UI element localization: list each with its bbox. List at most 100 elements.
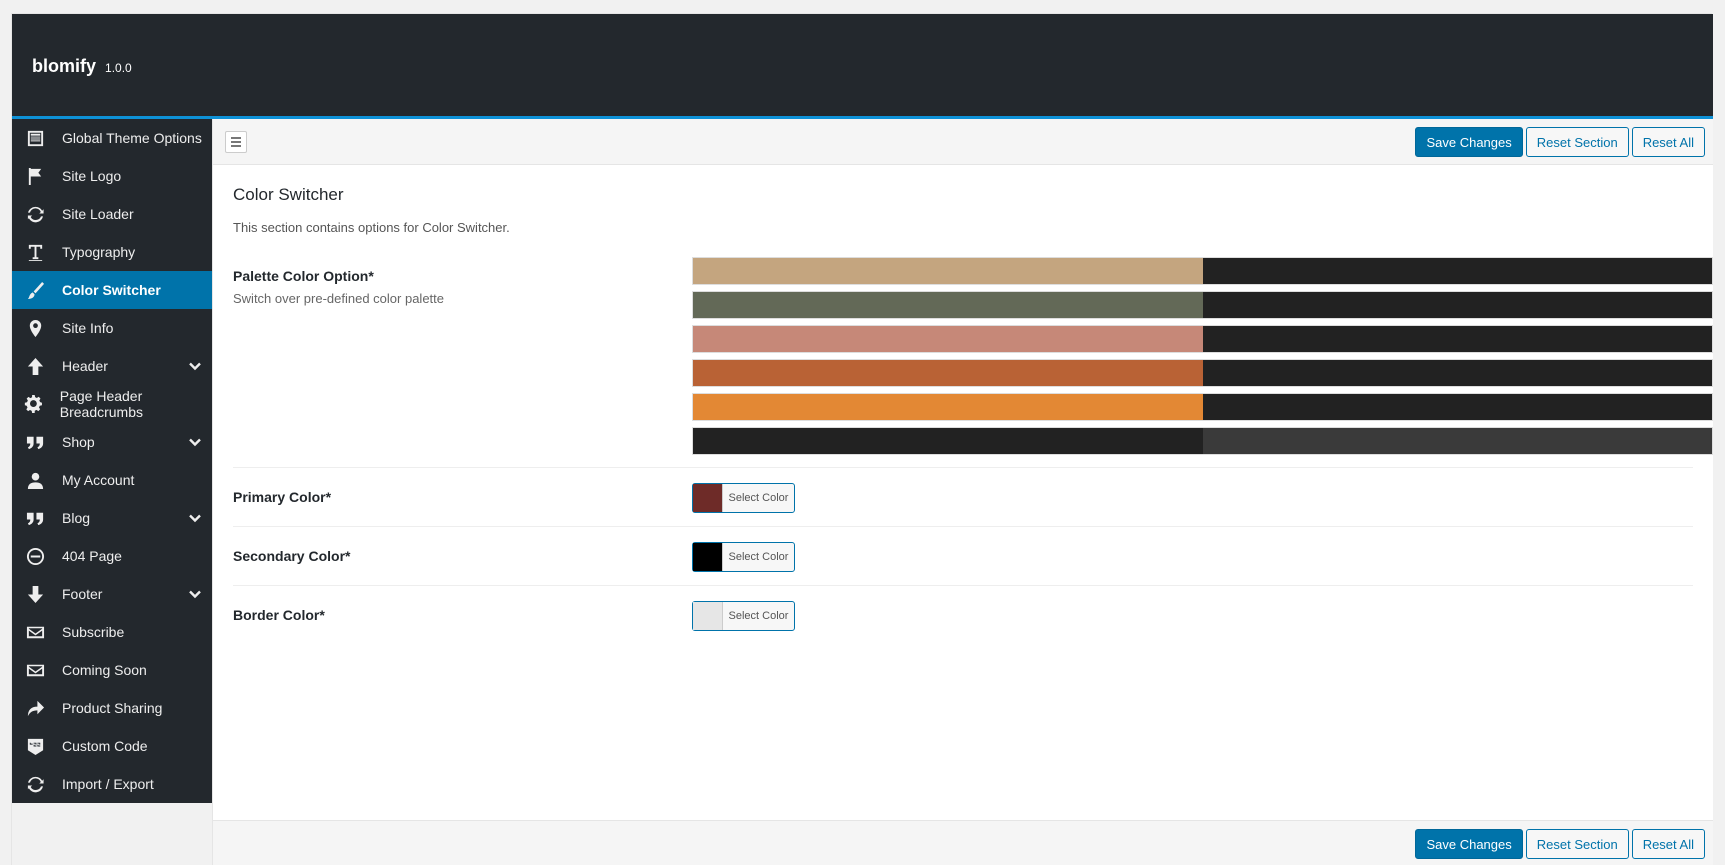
- list-icon: [231, 137, 241, 147]
- save-changes-button[interactable]: Save Changes: [1415, 127, 1523, 157]
- palette-options: [692, 257, 1713, 461]
- app-name: blomify: [32, 56, 97, 76]
- sidebar-item-label: Page Header Breadcrumbs: [59, 388, 144, 420]
- reset-all-button[interactable]: Reset All: [1631, 829, 1705, 859]
- sidebar-item-import-export[interactable]: Import / Export: [12, 765, 212, 803]
- palette-option[interactable]: [692, 325, 1713, 353]
- envelope-icon: [24, 621, 46, 643]
- location-pin-icon: [24, 317, 46, 339]
- gear-icon: [24, 393, 44, 415]
- sidebar-item-typography[interactable]: Typography: [12, 233, 212, 271]
- sidebar-item-label: Shop: [62, 434, 95, 450]
- palette-option[interactable]: [692, 291, 1713, 319]
- brush-icon: [24, 279, 46, 301]
- refresh-icon: [24, 773, 46, 795]
- primary-color-picker[interactable]: Select Color: [692, 483, 795, 513]
- sidebar-item-site-loader[interactable]: Site Loader: [12, 195, 212, 233]
- flag-icon: [24, 165, 46, 187]
- sidebar-item-label: Custom Code: [62, 738, 148, 754]
- quote-icon: [24, 507, 46, 529]
- brand: blomify 1.0.0: [32, 56, 132, 77]
- palette-option[interactable]: [692, 257, 1713, 285]
- sidebar-item-header[interactable]: Header: [12, 347, 212, 385]
- select-color-button[interactable]: Select Color: [723, 602, 794, 630]
- select-color-button[interactable]: Select Color: [723, 484, 794, 512]
- section-description: This section contains options for Color …: [233, 220, 510, 235]
- arrow-up-icon: [24, 355, 46, 377]
- sidebar-item-label: Import / Export: [62, 776, 154, 792]
- sidebar-item-404-page[interactable]: 404 Page: [12, 537, 212, 575]
- sidebar-item-label: Footer: [62, 586, 103, 602]
- sidebar-item-coming-soon[interactable]: Coming Soon: [12, 651, 212, 689]
- sidebar-item-color-switcher[interactable]: Color Switcher: [12, 271, 212, 309]
- reset-section-button[interactable]: Reset Section: [1525, 127, 1629, 157]
- sidebar-item-label: Typography: [62, 244, 136, 260]
- refresh-icon: [24, 203, 46, 225]
- secondary-color-label: Secondary Color*: [233, 548, 351, 564]
- palette-swatch-secondary: [1202, 258, 1712, 284]
- chevron-down-icon[interactable]: [188, 435, 202, 449]
- sidebar-item-label: Site Loader: [62, 206, 134, 222]
- border-color-picker[interactable]: Select Color: [692, 601, 795, 631]
- arrow-down-icon: [24, 583, 46, 605]
- chevron-down-icon[interactable]: [188, 511, 202, 525]
- palette-swatch-secondary: [1202, 428, 1712, 454]
- primary-color-field: Primary Color* Select Color: [233, 468, 1693, 527]
- palette-field-label: Palette Color Option*: [233, 268, 374, 284]
- sidebar-item-global-theme-options[interactable]: Global Theme Options: [12, 119, 212, 157]
- border-color-field: Border Color* Select Color: [233, 586, 1693, 645]
- palette-option[interactable]: [692, 393, 1713, 421]
- app-version: 1.0.0: [105, 61, 132, 75]
- palette-swatch-secondary: [1202, 360, 1712, 386]
- palette-swatch-primary: [693, 428, 1203, 454]
- top-toolbar: Save Changes Reset Section Reset All: [213, 119, 1713, 165]
- no-entry-icon: [24, 545, 46, 567]
- palette-swatch-primary: [693, 360, 1203, 386]
- color-swatch[interactable]: [693, 602, 723, 630]
- text-icon: [24, 241, 46, 263]
- secondary-color-picker[interactable]: Select Color: [692, 542, 795, 572]
- sidebar-item-site-info[interactable]: Site Info: [12, 309, 212, 347]
- sidebar-item-site-logo[interactable]: Site Logo: [12, 157, 212, 195]
- sidebar-item-my-account[interactable]: My Account: [12, 461, 212, 499]
- save-changes-button[interactable]: Save Changes: [1415, 829, 1523, 859]
- sidebar-item-product-sharing[interactable]: Product Sharing: [12, 689, 212, 727]
- select-color-button[interactable]: Select Color: [723, 543, 794, 571]
- main-panel: Save Changes Reset Section Reset All Col…: [213, 119, 1713, 865]
- sidebar-item-shop[interactable]: Shop: [12, 423, 212, 461]
- user-icon: [24, 469, 46, 491]
- sidebar-item-blog[interactable]: Blog: [12, 499, 212, 537]
- palette-option[interactable]: [692, 359, 1713, 387]
- chevron-down-icon[interactable]: [188, 587, 202, 601]
- palette-swatch-primary: [693, 326, 1203, 352]
- sidebar-item-label: Site Logo: [62, 168, 122, 184]
- sidebar-item-footer[interactable]: Footer: [12, 575, 212, 613]
- sidebar-item-custom-code[interactable]: Custom Code: [12, 727, 212, 765]
- reset-section-button[interactable]: Reset Section: [1525, 829, 1629, 859]
- palette-swatch-primary: [693, 292, 1203, 318]
- expand-options-button[interactable]: [225, 131, 247, 153]
- sidebar-item-label: Product Sharing: [62, 700, 163, 716]
- top-header: blomify 1.0.0: [12, 14, 1713, 119]
- chevron-down-icon[interactable]: [188, 359, 202, 373]
- sidebar-item-label: Color Switcher: [62, 282, 161, 298]
- primary-color-label: Primary Color*: [233, 489, 332, 505]
- reset-all-button[interactable]: Reset All: [1631, 127, 1705, 157]
- palette-field-subtitle: Switch over pre-defined color palette: [233, 291, 445, 306]
- sidebar-item-label: Blog: [62, 510, 91, 526]
- palette-swatch-secondary: [1202, 292, 1712, 318]
- palette-swatch-secondary: [1202, 394, 1712, 420]
- color-swatch[interactable]: [693, 484, 723, 512]
- palette-option[interactable]: [692, 427, 1713, 455]
- sidebar-item-label: Site Info: [62, 320, 114, 336]
- sidebar-item-page-header-breadcrumbs[interactable]: Page Header Breadcrumbs: [12, 385, 212, 423]
- palette-swatch-primary: [693, 258, 1203, 284]
- sidebar-item-label: Header: [62, 358, 108, 374]
- layout-icon: [24, 127, 46, 149]
- bottom-toolbar: Save Changes Reset Section Reset All: [213, 820, 1713, 865]
- section-content: Color Switcher This section contains opt…: [213, 165, 1713, 663]
- envelope-icon: [24, 659, 46, 681]
- sidebar-item-subscribe[interactable]: Subscribe: [12, 613, 212, 651]
- quote-icon: [24, 431, 46, 453]
- color-swatch[interactable]: [693, 543, 723, 571]
